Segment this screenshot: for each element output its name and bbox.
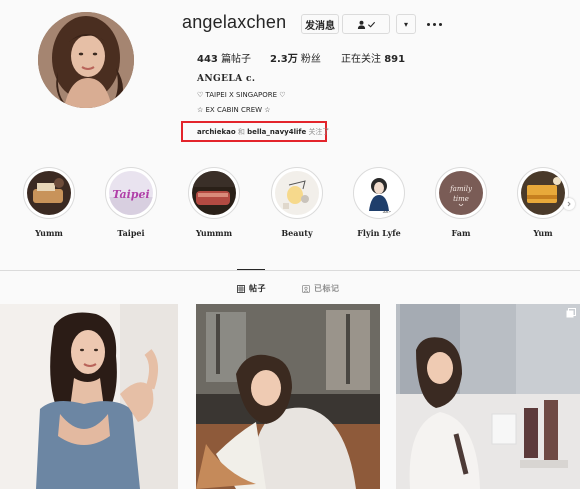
followed-by-conjunction: 和 bbox=[237, 128, 245, 136]
post-thumbnail[interactable] bbox=[396, 304, 580, 489]
followers-count: 2.3万 bbox=[270, 54, 298, 65]
check-icon bbox=[367, 21, 375, 28]
posts-stat: 443 篇帖子 bbox=[197, 50, 251, 65]
profile-header: angelaxchen 发消息 ▾ 443 篇帖子 2.3万 粉丝 正在关注 8… bbox=[0, 0, 580, 160]
bio-line: ☆ EX CABIN CREW ☆ bbox=[197, 106, 271, 114]
followed-by-suffix: 关注了 bbox=[308, 128, 330, 136]
svg-text:time: time bbox=[453, 195, 469, 203]
highlight-label: Taipei bbox=[117, 228, 145, 238]
follower-account[interactable]: bella_navy4life bbox=[247, 128, 306, 136]
highlight-yumm[interactable]: Yumm bbox=[19, 167, 79, 238]
username: angelaxchen bbox=[182, 12, 287, 32]
story-highlights: Yumm Taipei Taipei Yummm Beauty Angela F… bbox=[0, 160, 580, 250]
highlight-label: Fam bbox=[451, 228, 471, 238]
taipei-text-icon: Taipei bbox=[109, 171, 153, 215]
grid-icon bbox=[237, 284, 245, 293]
highlight-label: Yum bbox=[533, 228, 553, 238]
highlight-flyin-lyfe[interactable]: Angela Flyin Lyfe bbox=[349, 167, 409, 238]
highlight-label: Flyin Lyfe bbox=[357, 228, 401, 238]
post-thumbnail[interactable] bbox=[0, 304, 178, 489]
tab-label: 帖子 bbox=[249, 284, 266, 293]
multiple-posts-icon bbox=[566, 308, 576, 318]
highlight-fam[interactable]: family time Fam bbox=[431, 167, 491, 238]
bio-line: ♡ TAIPEI X SINGAPORE ♡ bbox=[197, 91, 286, 99]
full-name: ANGELA c. bbox=[197, 74, 256, 84]
posts-count: 443 bbox=[197, 54, 218, 65]
following-stat[interactable]: 正在关注 891 bbox=[341, 50, 405, 65]
followed-by-text[interactable]: archiekao 和 bella_navy4life 关注了 bbox=[197, 127, 329, 137]
highlight-label: Yummm bbox=[195, 228, 233, 238]
chevron-down-icon: ▾ bbox=[403, 19, 408, 29]
meat-dish-icon bbox=[192, 171, 236, 215]
tab-label: 已标记 bbox=[314, 284, 340, 293]
followed-by-highlight-box: archiekao 和 bella_navy4life 关注了 bbox=[181, 121, 329, 142]
highlight-yummm[interactable]: Yummm bbox=[184, 167, 244, 238]
following-label: 正在关注 bbox=[341, 54, 381, 65]
tab-posts[interactable]: 帖子 bbox=[237, 283, 266, 294]
highlight-label: Beauty bbox=[281, 228, 313, 238]
message-button[interactable]: 发消息 bbox=[301, 14, 339, 34]
tag-icon bbox=[302, 284, 310, 293]
follower-account[interactable]: archiekao bbox=[197, 128, 236, 136]
svg-text:family: family bbox=[449, 185, 473, 193]
suggestions-dropdown-button[interactable]: ▾ bbox=[396, 14, 416, 34]
highlight-taipei[interactable]: Taipei Taipei bbox=[101, 167, 161, 238]
followers-stat[interactable]: 2.3万 粉丝 bbox=[270, 50, 321, 65]
profile-avatar[interactable] bbox=[38, 12, 134, 108]
active-tab-indicator bbox=[237, 269, 265, 270]
tabs-divider bbox=[0, 270, 580, 271]
flight-attendant-sketch-icon: Angela bbox=[357, 171, 401, 215]
food-plate-icon bbox=[27, 171, 71, 215]
highlight-label: Yumm bbox=[35, 228, 63, 238]
followers-label: 粉丝 bbox=[300, 54, 321, 65]
beauty-sketch-icon bbox=[275, 171, 319, 215]
person-icon bbox=[357, 20, 365, 29]
highlights-next-arrow[interactable] bbox=[563, 198, 575, 210]
post-thumbnail[interactable] bbox=[196, 304, 380, 489]
dessert-icon bbox=[521, 171, 565, 215]
svg-text:Taipei: Taipei bbox=[112, 188, 149, 201]
following-button[interactable] bbox=[342, 14, 390, 34]
tab-tagged[interactable]: 已标记 bbox=[302, 283, 340, 294]
family-time-icon: family time bbox=[439, 171, 483, 215]
highlight-beauty[interactable]: Beauty bbox=[267, 167, 327, 238]
more-options-icon[interactable] bbox=[424, 14, 444, 34]
chevron-right-icon bbox=[567, 201, 571, 207]
following-count: 891 bbox=[384, 54, 406, 65]
posts-label: 篇帖子 bbox=[221, 54, 252, 65]
svg-text:Angela: Angela bbox=[382, 209, 398, 214]
